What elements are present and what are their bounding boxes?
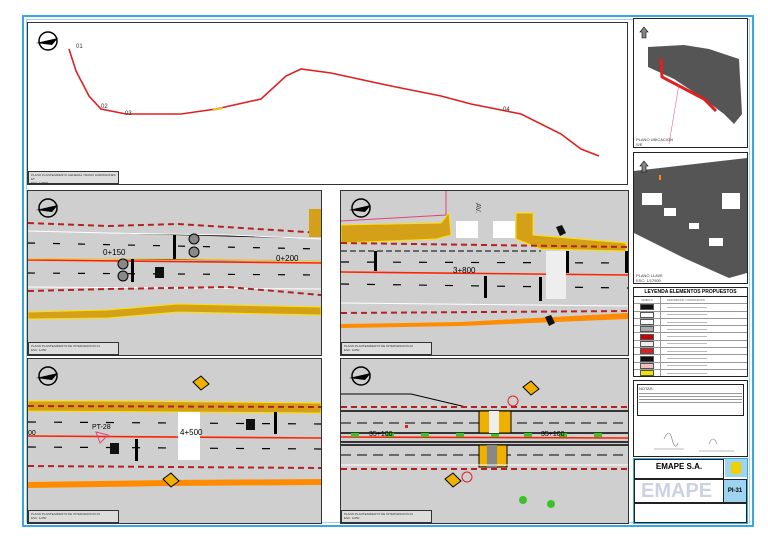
station-label: 4+500 — [180, 428, 203, 437]
intervention-panel-01: 0+150 0+200 PLANO PLANTEAMIENTO DE INTER… — [27, 190, 322, 356]
legend-row — [634, 348, 747, 356]
map-label: PLANO UBICACION S/E — [636, 137, 673, 147]
intervention-panel-02: 3+800 AV. PLANO PLANTEAMIENTO DE INTERVE… — [340, 190, 629, 356]
watermark: EMAPE — [641, 480, 713, 502]
plan-tag: PLANO PLANTEAMIENTO DE INTERVENCION 01 ES… — [28, 342, 119, 355]
north-arrow-icon — [36, 198, 58, 218]
legend-header-row: SIMBOLO DESCRIPCION / CODIFICACION — [634, 297, 747, 305]
legend-symbol-icon — [634, 333, 661, 340]
north-arrow-icon — [36, 31, 58, 51]
drawing-sheet: 01 02 03 04 PLANO PLANTEAMIENTO GENERAL … — [0, 0, 768, 542]
panel-drawing: 0+150 0+200 — [28, 198, 321, 320]
point-label: 04 — [503, 107, 510, 113]
legend-row — [634, 340, 747, 349]
station-label: PT-28 — [92, 424, 111, 431]
legend-row — [634, 318, 747, 327]
warning-sign-icon — [444, 472, 462, 488]
legend-row — [634, 355, 747, 363]
station-label: 0+150 — [103, 248, 126, 257]
legend-symbol-icon — [634, 362, 661, 369]
station-label: 00 — [28, 430, 36, 437]
notes-title: NOTAS: — [639, 386, 654, 391]
map-label: PLANO LLAVE ESC: 1/17500 — [636, 273, 663, 283]
street-label: AV. — [474, 203, 481, 213]
notes-box: NOTAS: — [633, 380, 748, 457]
intervention-panel-04: 35+100 35+100 PLANO PLANTEAMIENTO DE INT… — [340, 358, 629, 524]
panel-drawing: 4+500 PT-28 00 — [28, 366, 321, 488]
north-arrow-icon — [349, 198, 371, 218]
title-block: EMAPE S.A. EMAPE PI-31 — [633, 458, 748, 524]
legend-title: LEYENDA ELEMENTOS PROPUESTOS — [634, 288, 747, 297]
company-name: EMAPE S.A. — [655, 462, 703, 471]
signatures — [654, 432, 734, 452]
legend-symbol-icon — [634, 348, 661, 355]
north-arrow-icon — [639, 26, 649, 39]
point-label: 03 — [125, 111, 132, 117]
station-label: 3+800 — [453, 266, 476, 275]
legend-row — [634, 333, 747, 341]
north-arrow-icon — [349, 366, 371, 386]
panel-drawing: 3+800 AV. — [341, 191, 628, 328]
legend-symbol-icon — [634, 326, 661, 333]
plan-tag: PLANO PLANTEAMIENTO GENERAL TRAMO HORMIG… — [28, 171, 119, 184]
plan-tag: PLANO PLANTEAMIENTO DE INTERVENCION 04 ES… — [341, 510, 432, 523]
legend-symbol-icon — [634, 340, 661, 348]
legend-row — [634, 311, 747, 319]
plan-tag: PLANO PLANTEAMIENTO DE INTERVENCION 02 ES… — [341, 342, 432, 355]
location-map-drawing — [639, 26, 742, 145]
legend-symbol-icon — [634, 311, 661, 318]
route-line — [68, 48, 600, 157]
legend-row — [634, 369, 747, 376]
intervention-panel-03: 4+500 PT-28 00 PLANO PLANTEAMIENTO DE IN… — [27, 358, 322, 524]
traffic-sign-icon — [556, 225, 566, 236]
point-label: 02 — [101, 104, 108, 110]
plan-tag: PLANO PLANTEAMIENTO DE INTERVENCION 03 ES… — [28, 510, 119, 523]
tree-icon — [547, 500, 555, 508]
station-label: 35+100 — [369, 431, 393, 438]
station-label: 35+100 — [541, 431, 565, 438]
warning-sign-icon — [522, 380, 540, 396]
north-arrow-icon — [36, 366, 58, 386]
tree-icon — [519, 496, 527, 504]
legend-symbol-icon — [634, 355, 661, 362]
sheet-number: PI-31 — [723, 479, 747, 503]
legend-symbol-icon — [634, 318, 661, 326]
legend-symbol-icon — [634, 369, 661, 376]
location-map: PLANO UBICACION S/E — [633, 18, 748, 148]
legend-row — [634, 326, 747, 334]
legend-row — [634, 304, 747, 312]
panel-drawing: 35+100 35+100 — [341, 366, 628, 508]
key-map-drawing — [634, 158, 747, 278]
logo-icon — [725, 459, 747, 477]
point-label: 01 — [76, 44, 83, 50]
warning-sign-icon — [192, 375, 210, 391]
general-plan-panel: 01 02 03 04 PLANO PLANTEAMIENTO GENERAL … — [27, 22, 628, 185]
legend-table: LEYENDA ELEMENTOS PROPUESTOS SIMBOLO DESC… — [633, 287, 748, 377]
notes-text-box: NOTAS: — [637, 384, 744, 416]
legend-row — [634, 362, 747, 370]
legend-symbol-icon — [634, 304, 661, 311]
route-drawing: 01 02 03 04 — [36, 31, 600, 157]
key-map: PLANO LLAVE ESC: 1/17500 — [633, 152, 748, 284]
station-label: 0+200 — [276, 254, 299, 263]
